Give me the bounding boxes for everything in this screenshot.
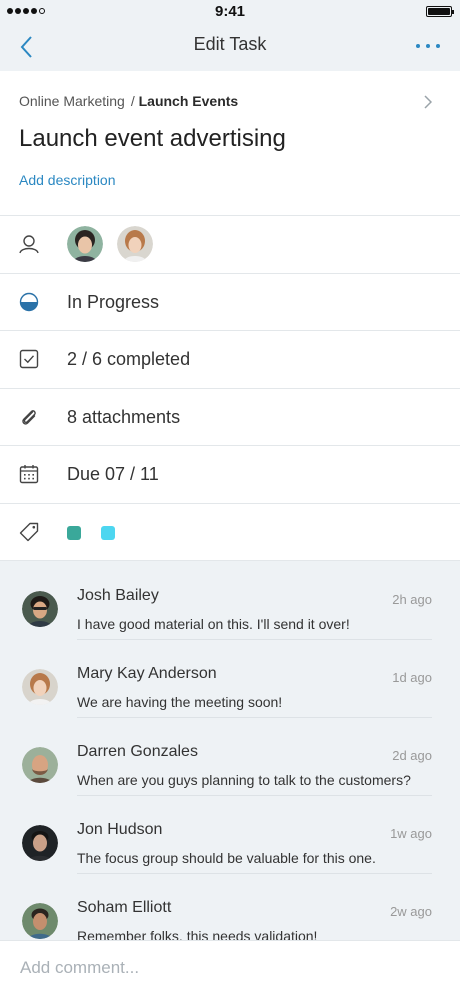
- comment-text: Remember folks, this needs validation!: [77, 928, 318, 940]
- comment-text: When are you guys planning to talk to th…: [77, 772, 411, 788]
- comment-item[interactable]: Josh Bailey 2h ago I have good material …: [0, 561, 460, 640]
- breadcrumb-separator: /: [130, 93, 135, 109]
- person-icon: [19, 235, 39, 254]
- comment-author[interactable]: Soham Elliott: [77, 899, 171, 917]
- task-title[interactable]: Launch event advertising: [19, 125, 286, 153]
- comment-text: We are having the meeting soon!: [77, 694, 283, 710]
- comment-author[interactable]: Darren Gonzales: [77, 743, 198, 761]
- more-options-button[interactable]: [416, 44, 440, 48]
- page-title: Edit Task: [193, 34, 267, 54]
- due-date-value: Due 07 / 11: [67, 464, 159, 484]
- avatar: [22, 669, 58, 705]
- comment-author[interactable]: Mary Kay Anderson: [77, 665, 217, 683]
- checklist-row[interactable]: 2 / 6 completed: [0, 330, 460, 388]
- more-dots-icon: [416, 44, 420, 48]
- battery-icon: [426, 6, 454, 17]
- avatar: [22, 825, 58, 861]
- status-value: In Progress: [67, 291, 160, 312]
- checklist-progress: 2 / 6 completed: [67, 349, 191, 369]
- tag-list: [67, 525, 115, 540]
- comment-item[interactable]: Soham Elliott 2w ago Remember folks, thi…: [0, 873, 460, 940]
- assignee-avatars: [67, 226, 153, 262]
- avatar: [22, 903, 58, 939]
- add-description-link[interactable]: Add description: [19, 172, 116, 188]
- comment-author[interactable]: Josh Bailey: [77, 587, 159, 605]
- paperclip-icon: [22, 409, 36, 425]
- task-details: In Progress 2 / 6 completed 8 attachment…: [0, 215, 460, 560]
- navigation-bar: Edit Task: [0, 24, 460, 71]
- attachments-row[interactable]: 8 attachments: [0, 387, 460, 446]
- due-date-row[interactable]: Due 07 / 11: [0, 445, 460, 503]
- comment-composer: [0, 940, 460, 996]
- attachments-count: 8 attachments: [67, 406, 181, 427]
- comment-time: 2d ago: [392, 748, 432, 763]
- comment-time: 1d ago: [392, 670, 432, 685]
- comment-text: I have good material on this. I'll send …: [77, 616, 350, 632]
- comment-author[interactable]: Jon Hudson: [77, 821, 162, 839]
- comment-item[interactable]: Mary Kay Anderson 1d ago We are having t…: [0, 639, 460, 718]
- status-time: 9:41: [214, 3, 246, 20]
- tag-cyan[interactable]: [101, 525, 115, 540]
- comments-list[interactable]: Josh Bailey 2h ago I have good material …: [0, 560, 460, 940]
- status-bar: 9:41: [0, 0, 460, 24]
- tag-icon: [19, 522, 39, 541]
- avatar: [22, 591, 58, 627]
- tags-row[interactable]: [0, 502, 460, 561]
- comment-item[interactable]: Jon Hudson 1w ago The focus group should…: [0, 795, 460, 874]
- tag-teal[interactable]: [67, 525, 81, 540]
- assignees-row[interactable]: [0, 215, 460, 273]
- comment-time: 2w ago: [390, 904, 432, 919]
- comment-text: The focus group should be valuable for t…: [77, 850, 376, 866]
- comment-item[interactable]: Darren Gonzales 2d ago When are you guys…: [0, 717, 460, 796]
- calendar-icon: [19, 465, 39, 484]
- avatar[interactable]: [67, 226, 103, 262]
- progress-half-icon: [19, 292, 39, 311]
- checkbox-icon: [19, 349, 39, 369]
- breadcrumb-parent[interactable]: Online Marketing: [19, 93, 125, 109]
- avatar: [22, 747, 58, 783]
- avatar[interactable]: [117, 226, 153, 262]
- chevron-right-icon[interactable]: [424, 95, 432, 109]
- breadcrumb-current[interactable]: Launch Events: [139, 93, 239, 109]
- breadcrumb[interactable]: Online Marketing / Launch Events: [19, 93, 238, 109]
- comment-time: 1w ago: [390, 826, 432, 841]
- status-row[interactable]: In Progress: [0, 272, 460, 331]
- comment-input[interactable]: [20, 955, 440, 981]
- comment-time: 2h ago: [392, 592, 432, 607]
